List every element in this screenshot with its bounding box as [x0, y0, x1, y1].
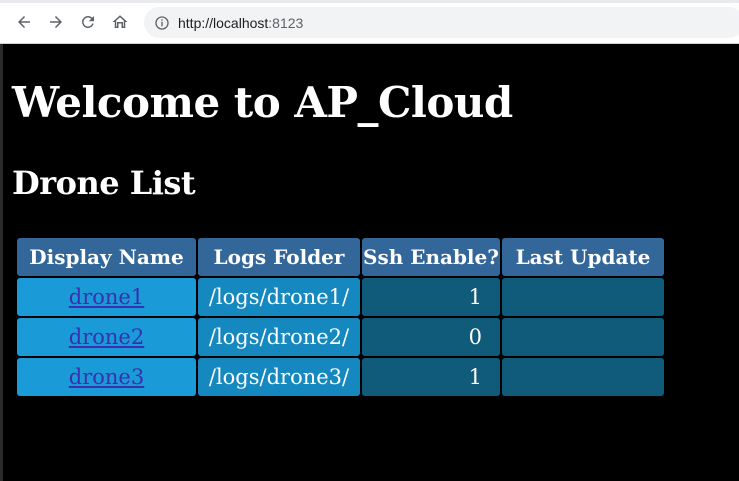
cell-ssh-enable: 1 — [362, 278, 500, 316]
url-port: :8123 — [268, 14, 304, 31]
cell-last-update — [502, 358, 664, 396]
cell-last-update — [502, 318, 664, 356]
drone-link[interactable]: drone2 — [69, 325, 144, 349]
header-logs-folder: Logs Folder — [198, 238, 360, 276]
cell-display-name: drone1 — [17, 278, 196, 316]
forward-arrow-icon[interactable] — [46, 12, 66, 32]
page-title: Welcome to AP_Cloud — [12, 78, 513, 127]
table-header-row: Display Name Logs Folder Ssh Enable? Las… — [17, 238, 664, 276]
reload-icon[interactable] — [78, 12, 98, 32]
cell-logs-folder: /logs/drone3/ — [198, 358, 360, 396]
info-icon[interactable] — [154, 15, 170, 31]
cell-logs-folder: /logs/drone1/ — [198, 278, 360, 316]
home-icon[interactable] — [110, 12, 130, 32]
page-content: Welcome to AP_Cloud Drone List Display N… — [0, 44, 739, 481]
cell-ssh-enable: 0 — [362, 318, 500, 356]
drone-table: Display Name Logs Folder Ssh Enable? Las… — [15, 236, 666, 398]
back-arrow-icon[interactable] — [14, 12, 34, 32]
section-title: Drone List — [12, 164, 196, 202]
cell-logs-folder: /logs/drone2/ — [198, 318, 360, 356]
header-ssh-enable: Ssh Enable? — [362, 238, 500, 276]
url-text: http://localhost:8123 — [178, 15, 303, 31]
table-row: drone2 /logs/drone2/ 0 — [17, 318, 664, 356]
table-row: drone3 /logs/drone3/ 1 — [17, 358, 664, 396]
cell-ssh-enable: 1 — [362, 358, 500, 396]
address-bar[interactable]: http://localhost:8123 — [144, 7, 739, 38]
url-host: http://localhost — [178, 14, 269, 31]
cell-display-name: drone2 — [17, 318, 196, 356]
table-row: drone1 /logs/drone1/ 1 — [17, 278, 664, 316]
cell-last-update — [502, 278, 664, 316]
header-display-name: Display Name — [17, 238, 196, 276]
drone-link[interactable]: drone1 — [69, 285, 144, 309]
drone-link[interactable]: drone3 — [69, 365, 144, 389]
header-last-update: Last Update — [502, 238, 664, 276]
browser-toolbar: http://localhost:8123 — [0, 0, 739, 44]
cell-display-name: drone3 — [17, 358, 196, 396]
